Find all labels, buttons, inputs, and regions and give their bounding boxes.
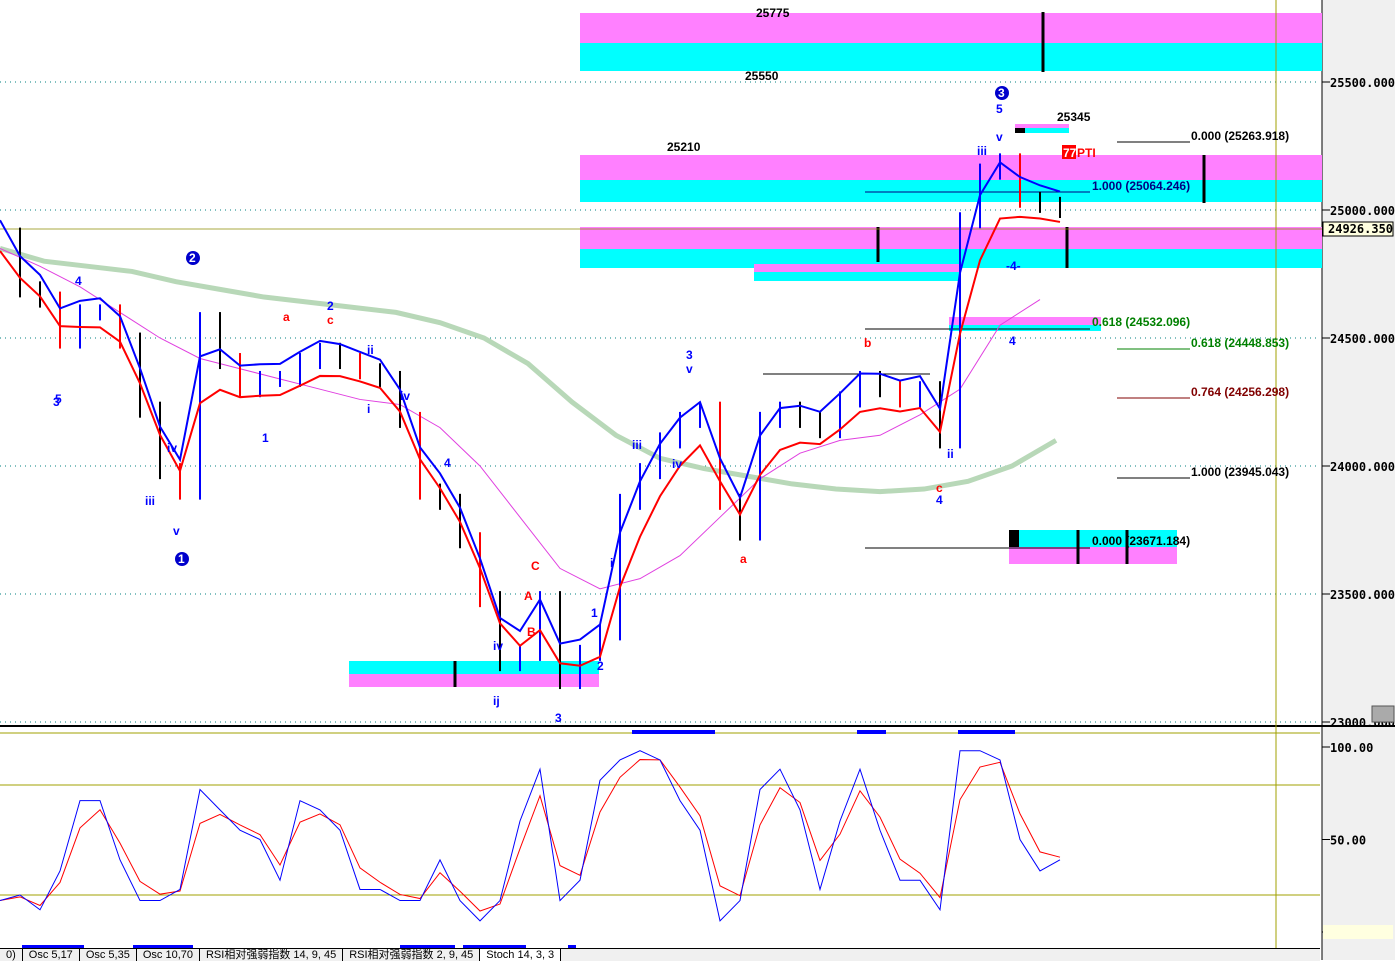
wave-label: i: [610, 556, 613, 570]
zoom-tool-icon[interactable]: [1371, 705, 1395, 723]
wave-label: 4: [1009, 334, 1016, 348]
fib-label: 1.000 (23945.043): [1191, 465, 1289, 479]
chart-area[interactable]: 25500.00025000.00024500.00024000.0002350…: [0, 0, 1395, 960]
price-tick: 25500.000: [1330, 76, 1395, 90]
zone-cyan: [754, 272, 960, 281]
indicator-tab[interactable]: Stoch 14, 3, 3: [480, 949, 562, 961]
indicator-tab[interactable]: Osc 10,70: [137, 949, 200, 961]
wave-label: c: [327, 313, 334, 327]
indicator-tabs: 0) Osc 5,17 Osc 5,35 Osc 10,70 RSI相对强弱指数 14,…: [0, 948, 1320, 961]
wave-label: iii: [632, 438, 642, 452]
wave-label: ij: [493, 694, 500, 708]
zone-cyan: [949, 325, 1101, 331]
indicator-tab[interactable]: RSI相对强弱指数 2, 9, 45: [343, 949, 481, 961]
wave-label: iv: [167, 441, 177, 455]
wave-label: 1: [262, 431, 269, 445]
fib-label: 0.764 (24256.298): [1191, 385, 1289, 399]
wave-label: v: [996, 130, 1003, 144]
price-tick: 25000.000: [1330, 204, 1395, 218]
svg-text:25550: 25550: [745, 69, 779, 83]
wave-label: A: [524, 589, 533, 603]
svg-text:77: 77: [1063, 146, 1077, 160]
svg-text:25210: 25210: [667, 140, 701, 154]
wave-label: 2: [189, 251, 196, 265]
fib-label: 0.618 (24448.853): [1191, 336, 1289, 350]
osc-tick: 50.00: [1330, 834, 1366, 848]
annotation: 25775: [756, 6, 790, 20]
wave-label: B: [527, 625, 536, 639]
wave-label: 4: [75, 274, 82, 288]
indicator-tab[interactable]: Osc 5,17: [23, 949, 80, 961]
wave-label: 3: [998, 86, 1005, 100]
zone-pink: [580, 227, 1322, 249]
fib-label: 0.618 (24532.096): [1092, 315, 1190, 329]
zone-cyan: [580, 43, 1322, 71]
wave-label: v: [173, 524, 180, 538]
fib-label: 0.000 (25263.918): [1191, 129, 1289, 143]
wave-label: a: [283, 310, 290, 324]
wave-label: ii: [367, 343, 374, 357]
osc-tick: 100.00: [1330, 741, 1373, 755]
osc-zero-box: [1323, 925, 1393, 939]
price-tick: 24500.000: [1330, 332, 1395, 346]
fib-label: 1.000 (25064.246): [1092, 179, 1190, 193]
wave-label: 3: [53, 395, 60, 409]
wave-label: b: [864, 336, 871, 350]
wave-label: v: [686, 362, 693, 376]
wave-label: 1: [178, 552, 185, 566]
indicator-tab[interactable]: RSI相对强弱指数 14, 9, 45: [200, 949, 344, 961]
svg-text:PTI: PTI: [1077, 146, 1096, 160]
price-tick: 23500.000: [1330, 588, 1395, 602]
wave-label: iii: [145, 494, 155, 508]
price-tick: 24000.000: [1330, 460, 1395, 474]
wave-label: iv: [672, 457, 682, 471]
wave-label: 4: [936, 493, 943, 507]
wave-label: i: [367, 402, 370, 416]
zone-cyan: [580, 180, 1322, 202]
current-price: 24926.350: [1328, 222, 1393, 236]
signal-bars: [22, 730, 1015, 949]
wave-label: iv: [400, 389, 410, 403]
svg-text:25345: 25345: [1057, 110, 1091, 124]
zone-pink: [754, 264, 960, 272]
wave-label: 2: [597, 659, 604, 673]
stoch-d-line: [0, 759, 1061, 912]
wave-label: a: [740, 552, 747, 566]
wave-label: 3: [686, 348, 693, 362]
zone-pink: [580, 13, 1322, 43]
zone-pink: [1009, 547, 1177, 564]
fib-label: 0.000 (23671.184): [1092, 534, 1190, 548]
wave-label: -4-: [1006, 259, 1021, 273]
zone-pink: [949, 317, 1101, 325]
zone-pink: [349, 674, 599, 687]
wave-label: C: [531, 559, 540, 573]
wave-label: ii: [947, 447, 954, 461]
wave-label: 5: [996, 102, 1003, 116]
wave-label: 2: [327, 299, 334, 313]
indicator-tab[interactable]: Osc 5,35: [80, 949, 137, 961]
wave-label: iii: [977, 144, 987, 158]
wave-label: 1: [591, 606, 598, 620]
wave-label: 3: [555, 711, 562, 725]
axis-panel: [1322, 0, 1395, 960]
wave-label: iv: [493, 639, 503, 653]
zone-pink: [580, 155, 1322, 180]
indicator-tab[interactable]: 0): [0, 949, 23, 961]
wave-label: 4: [444, 456, 451, 470]
